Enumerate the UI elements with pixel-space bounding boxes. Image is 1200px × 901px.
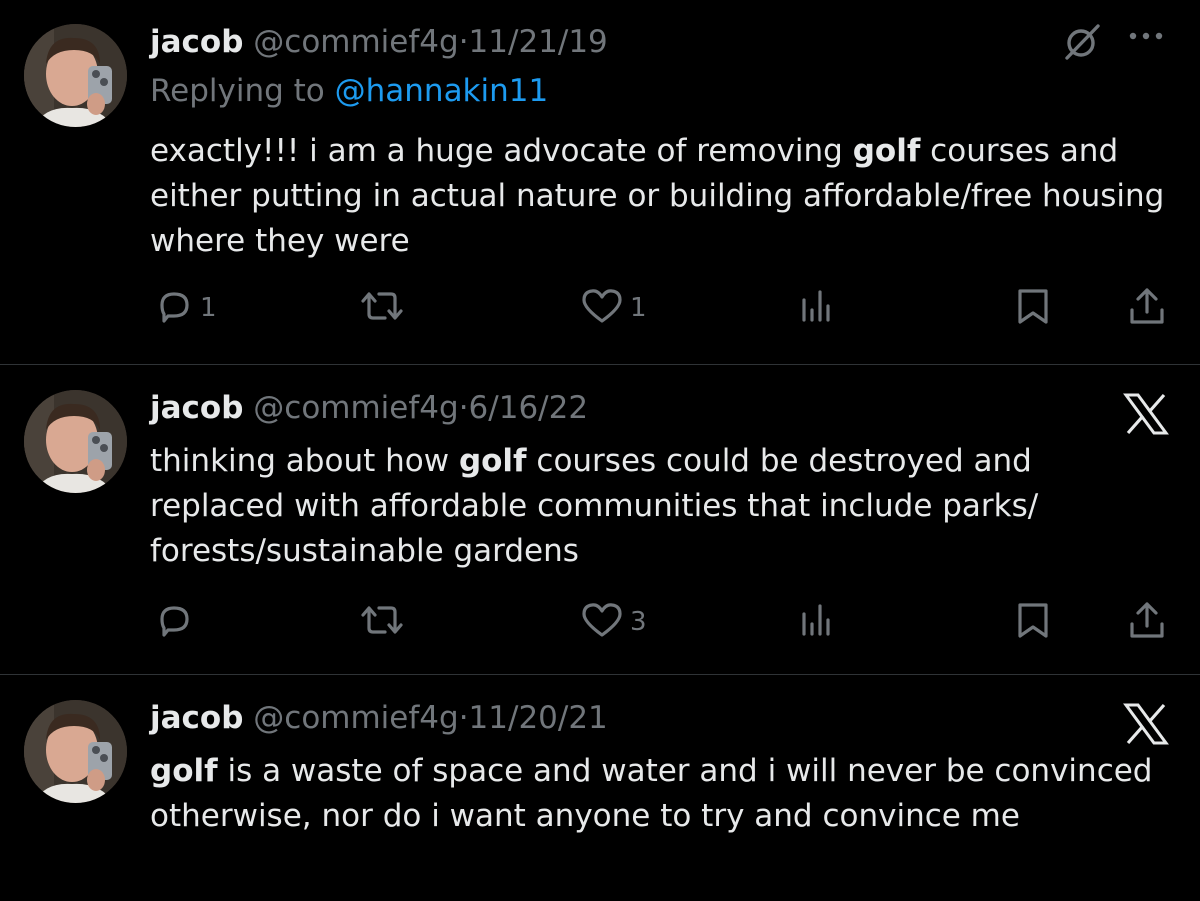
- tweet-3[interactable]: jacob @commief4g·11/20/21 golf is a wast…: [0, 676, 1200, 901]
- retweet-icon: [357, 286, 407, 330]
- replying-prefix: Replying to: [150, 73, 335, 109]
- tweet-date[interactable]: 11/20/21: [469, 700, 608, 736]
- views-icon: [798, 600, 838, 644]
- retweet-button[interactable]: [357, 600, 413, 644]
- action-bar: 1 1: [0, 286, 1200, 330]
- user-handle[interactable]: @commief4g: [253, 24, 458, 60]
- tweet-header: jacob @commief4g·11/20/21: [150, 698, 608, 738]
- bookmark-button[interactable]: [1013, 600, 1053, 644]
- tweet-text: exactly!!! i am a huge advocate of remov…: [150, 129, 1170, 264]
- keyword-highlight: golf: [150, 753, 218, 789]
- x-logo-icon: [1122, 392, 1170, 440]
- reply-count: 1: [200, 293, 217, 323]
- retweet-icon: [357, 600, 407, 644]
- grok-icon[interactable]: [1062, 22, 1102, 66]
- like-button[interactable]: 3: [580, 600, 647, 644]
- share-button[interactable]: [1127, 600, 1167, 644]
- bookmark-icon: [1013, 600, 1053, 644]
- tweet-1[interactable]: jacob @commief4g·11/21/19 Replying to @h…: [0, 0, 1200, 365]
- reply-button[interactable]: [154, 600, 200, 644]
- like-count: 3: [630, 607, 647, 637]
- tweet-date[interactable]: 6/16/22: [469, 390, 589, 426]
- views-button[interactable]: [798, 286, 838, 330]
- tweet-2[interactable]: jacob @commief4g·6/16/22 thinking about …: [0, 366, 1200, 675]
- avatar[interactable]: [24, 700, 127, 803]
- bookmark-icon: [1013, 286, 1053, 330]
- reply-icon: [154, 600, 194, 644]
- tweet-date[interactable]: 11/21/19: [469, 24, 608, 60]
- share-button[interactable]: [1127, 286, 1167, 330]
- separator-dot: ·: [458, 700, 469, 736]
- like-count: 1: [630, 293, 647, 323]
- reply-button[interactable]: 1: [154, 286, 217, 330]
- user-handle[interactable]: @commief4g: [253, 700, 458, 736]
- tweet-header: jacob @commief4g·11/21/19: [150, 22, 608, 62]
- replying-mention-link[interactable]: @hannakin11: [335, 73, 549, 109]
- replying-to: Replying to @hannakin11: [150, 71, 548, 111]
- keyword-highlight: golf: [852, 133, 921, 169]
- like-icon: [580, 286, 624, 330]
- display-name[interactable]: jacob: [150, 24, 243, 60]
- retweet-button[interactable]: [357, 286, 413, 330]
- separator-dot: ·: [458, 24, 469, 60]
- reply-icon: [154, 286, 194, 330]
- share-icon: [1127, 600, 1167, 644]
- like-icon: [580, 600, 624, 644]
- tweet-text: thinking about how golf courses could be…: [150, 439, 1170, 574]
- x-logo-icon: [1122, 702, 1170, 750]
- text-before: thinking about how: [150, 443, 459, 479]
- display-name[interactable]: jacob: [150, 700, 243, 736]
- action-bar: 3: [0, 600, 1200, 644]
- text-before: exactly!!! i am a huge advocate of remov…: [150, 133, 853, 169]
- text-after: is a waste of space and water and i will…: [150, 753, 1153, 834]
- more-icon[interactable]: [1126, 26, 1170, 50]
- user-handle[interactable]: @commief4g: [253, 390, 458, 426]
- tweet-text: golf is a waste of space and water and i…: [150, 749, 1170, 839]
- display-name[interactable]: jacob: [150, 390, 243, 426]
- keyword-highlight: golf: [458, 443, 527, 479]
- bookmark-button[interactable]: [1013, 286, 1053, 330]
- share-icon: [1127, 286, 1167, 330]
- avatar[interactable]: [24, 24, 127, 127]
- avatar[interactable]: [24, 390, 127, 493]
- like-button[interactable]: 1: [580, 286, 647, 330]
- tweet-header: jacob @commief4g·6/16/22: [150, 388, 588, 428]
- views-button[interactable]: [798, 600, 838, 644]
- views-icon: [798, 286, 838, 330]
- separator-dot: ·: [458, 390, 469, 426]
